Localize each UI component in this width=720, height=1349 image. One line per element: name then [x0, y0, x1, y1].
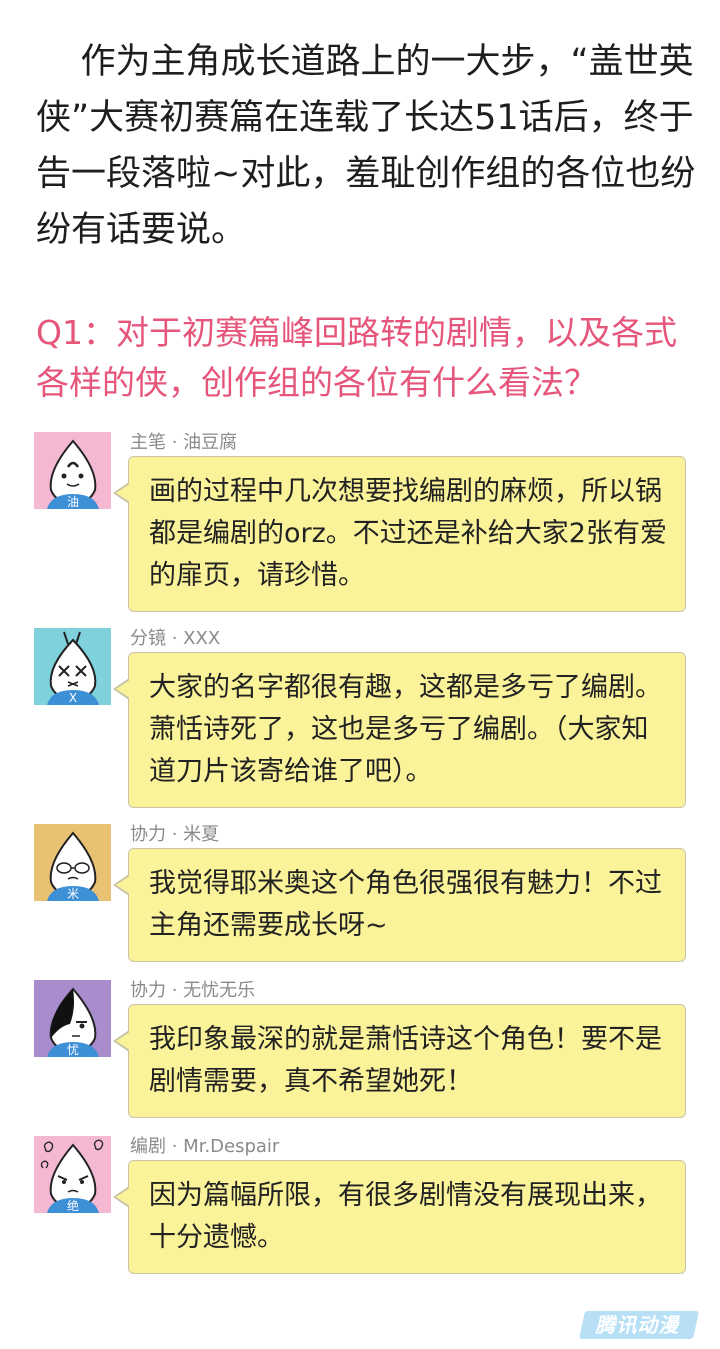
watermark-logo: 腾讯动漫 [579, 1311, 699, 1339]
svg-text:米: 米 [67, 887, 79, 901]
author-label: 主笔 · 油豆腐 [130, 432, 238, 453]
comment-text: 我印象最深的就是萧恬诗这个角色！要不是剧情需要，真不希望她死！ [149, 1024, 662, 1097]
comment-text: 画的过程中几次想要找编剧的麻烦，所以锅都是编剧的orz。不过还是补给大家2张有爱… [149, 476, 667, 591]
svg-text:忧: 忧 [67, 1043, 79, 1057]
avatar: 油 [34, 432, 111, 509]
avatar: 米 [34, 824, 111, 901]
speech-bubble: 我印象最深的就是萧恬诗这个角色！要不是剧情需要，真不希望她死！ [113, 1004, 686, 1118]
comment-text: 我觉得耶米奥这个角色很强很有魅力！不过主角还需要成长呀~ [149, 868, 662, 941]
avatar: 忧 [34, 980, 111, 1057]
intro-paragraph: 作为主角成长道路上的一大步，“盖世英侠”大赛初赛篇在连载了长达51话后，终于告一… [36, 42, 696, 250]
speech-bubble: 我觉得耶米奥这个角色很强很有魅力！不过主角还需要成长呀~ [113, 848, 686, 962]
comment-text: 因为篇幅所限，有很多剧情没有展现出来，十分遗憾。 [149, 1180, 662, 1253]
author-label: 协力 · 米夏 [130, 824, 220, 845]
author-label: 编剧 · Mr.Despair [130, 1136, 280, 1157]
question-heading: Q1：对于初赛篇峰回路转的剧情，以及各式各样的侠，创作组的各位有什么看法？ [36, 313, 677, 402]
author-label: 协力 · 无忧无乐 [130, 980, 256, 1001]
avatar: X [34, 628, 111, 705]
comment-text: 大家的名字都很有趣，这都是多亏了编剧。萧恬诗死了，这也是多亏了编剧。（大家知道刀… [149, 672, 662, 787]
author-label: 分镜 · XXX [130, 628, 221, 649]
svg-text:绝: 绝 [67, 1198, 79, 1213]
speech-bubble: 画的过程中几次想要找编剧的麻烦，所以锅都是编剧的orz。不过还是补给大家2张有爱… [113, 456, 686, 612]
avatar: 绝 [34, 1136, 111, 1213]
speech-bubble: 大家的名字都很有趣，这都是多亏了编剧。萧恬诗死了，这也是多亏了编剧。（大家知道刀… [113, 652, 686, 808]
svg-text:X: X [69, 691, 77, 705]
speech-bubble: 因为篇幅所限，有很多剧情没有展现出来，十分遗憾。 [113, 1160, 686, 1274]
svg-text:油: 油 [67, 495, 79, 509]
